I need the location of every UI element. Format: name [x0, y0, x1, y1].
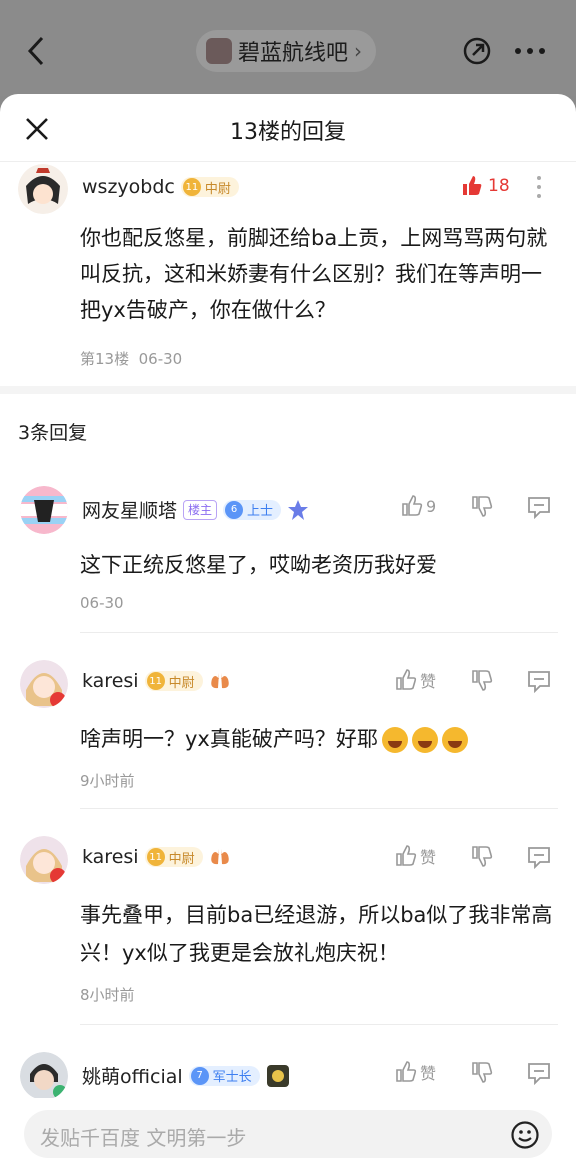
thumb-up-filled-icon — [463, 176, 482, 195]
back-arrow-icon[interactable] — [22, 34, 52, 68]
main-post: wszyobdc 11 中尉 18 你也配反悠星，前脚还给ba上贡，上网骂骂两句就… — [0, 162, 576, 386]
like-button[interactable]: 赞 — [394, 844, 436, 868]
grin-emoji-icon — [441, 727, 468, 753]
forum-avatar — [206, 38, 232, 64]
reply-text: 事先叠甲，目前ba已经退游，所以ba似了我非常高兴！yx似了我更是会放礼炮庆祝！ — [80, 903, 553, 965]
username: wszyobdc — [82, 176, 175, 198]
share-icon[interactable] — [462, 36, 492, 66]
more-icon[interactable] — [512, 38, 548, 64]
reply-actions: 赞 — [394, 1060, 564, 1092]
reply-author[interactable]: 网友星顺塔 楼主 6 上士 — [82, 496, 309, 523]
post-meta: 第13楼 06-30 — [80, 350, 183, 368]
reply-author[interactable]: karesi 11 中尉 — [82, 846, 231, 868]
username: 姚萌official — [82, 1066, 183, 1088]
thumb-down-icon[interactable] — [470, 668, 494, 692]
level-badge: 7 军士长 — [188, 1065, 260, 1086]
reply-actions: 赞 — [394, 844, 564, 876]
reply-actions: 赞 — [394, 668, 564, 700]
level-badge: 6 上士 — [223, 499, 282, 520]
divider — [80, 808, 558, 809]
username: karesi — [82, 846, 139, 868]
chevron-right-icon: › — [354, 39, 363, 63]
section-divider — [0, 386, 576, 394]
reply-text: 啥声明一？yx真能破产吗？好耶 — [80, 720, 566, 758]
owner-badge: 楼主 — [183, 499, 218, 520]
username: karesi — [82, 670, 139, 692]
like-button[interactable]: 9 — [400, 494, 436, 518]
avatar[interactable] — [20, 486, 68, 534]
grin-emoji-icon — [411, 727, 438, 753]
reply-time: 9小时前 — [80, 772, 135, 790]
grin-emoji-icon — [381, 727, 408, 753]
lungs-icon — [210, 849, 229, 865]
forum-name: 碧蓝航线吧 — [238, 41, 349, 66]
sheet-header: 13楼的回复 — [0, 94, 576, 162]
forum-pill[interactable]: 碧蓝航线吧 › — [196, 30, 377, 72]
post-author[interactable]: wszyobdc 11 中尉 — [82, 176, 239, 198]
reply-time: 06-30 — [80, 594, 124, 612]
divider — [80, 1024, 558, 1025]
reply-sheet: 13楼的回复 wszyobdc 11 中尉 18 你也配反悠星，前脚还给ba上贡，… — [0, 94, 576, 1167]
comment-icon[interactable] — [526, 494, 552, 520]
emoji-icon[interactable] — [510, 1120, 540, 1150]
level-badge: 11 中尉 — [180, 177, 239, 197]
like-count: 9 — [426, 496, 437, 516]
like-button[interactable]: 18 — [460, 174, 510, 198]
reply-count: 3条回复 — [18, 422, 88, 444]
post-text: 你也配反悠星，前脚还给ba上贡，上网骂骂两句就叫反抗，这和米娇妻有什么区别？我们… — [80, 226, 548, 322]
level-badge: 11 中尉 — [144, 671, 203, 691]
thumb-up-icon — [396, 669, 417, 690]
avatar[interactable] — [20, 1052, 68, 1100]
lungs-icon — [210, 673, 229, 689]
like-label: 赞 — [420, 848, 437, 867]
medal-icon — [288, 499, 309, 520]
top-nav: 碧蓝航线吧 › — [0, 0, 576, 96]
sheet-title: 13楼的回复 — [230, 120, 346, 145]
avatar[interactable] — [20, 660, 68, 708]
reply-text: 这下正统反悠星了，哎呦老资历我好爱 — [80, 553, 437, 577]
thumb-up-icon — [402, 495, 423, 516]
comment-icon[interactable] — [526, 1060, 552, 1086]
comment-input[interactable]: 发贴千百度 文明第一步 — [24, 1110, 552, 1158]
reply-author[interactable]: karesi 11 中尉 — [82, 670, 231, 692]
thumb-up-icon — [396, 845, 417, 866]
sun-medal-icon — [266, 1064, 289, 1087]
username: 网友星顺塔 — [82, 500, 178, 522]
like-count: 18 — [488, 176, 510, 196]
thumb-down-icon[interactable] — [470, 1060, 494, 1084]
input-placeholder: 发贴千百度 文明第一步 — [40, 1126, 247, 1150]
divider — [80, 632, 558, 633]
avatar[interactable] — [18, 164, 68, 214]
reply-author[interactable]: 姚萌official 7 军士长 — [82, 1062, 290, 1089]
kebab-menu-icon[interactable] — [536, 174, 542, 200]
comment-bar: 发贴千百度 文明第一步 — [0, 1098, 576, 1167]
like-button[interactable]: 赞 — [394, 1060, 436, 1084]
comment-icon[interactable] — [526, 668, 552, 694]
thumb-down-icon[interactable] — [470, 494, 494, 518]
thumb-up-icon — [396, 1061, 417, 1082]
reply-time: 8小时前 — [80, 986, 135, 1004]
like-label: 赞 — [420, 1064, 437, 1083]
avatar[interactable] — [20, 836, 68, 884]
like-label: 赞 — [420, 672, 437, 691]
comment-icon[interactable] — [526, 844, 552, 870]
reply-actions: 9 — [394, 494, 564, 526]
like-button[interactable]: 赞 — [394, 668, 436, 692]
level-badge: 11 中尉 — [144, 847, 203, 867]
thumb-down-icon[interactable] — [470, 844, 494, 868]
